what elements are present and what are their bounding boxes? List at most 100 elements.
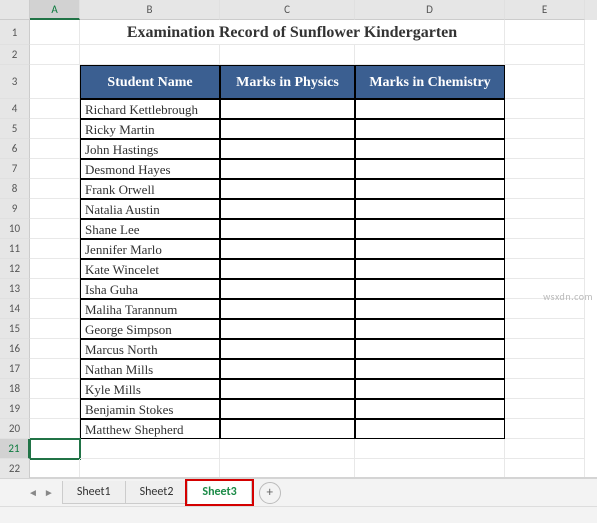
row-header[interactable]: 5 [0,119,30,139]
cell[interactable] [30,119,80,139]
cell[interactable] [30,459,80,477]
cell[interactable] [220,45,355,65]
row-header[interactable]: 14 [0,299,30,319]
cell[interactable] [30,419,80,439]
student-name-cell[interactable]: Maliha Tarannum [80,299,220,319]
student-name-cell[interactable]: Benjamin Stokes [80,399,220,419]
cell[interactable] [355,419,505,439]
cell[interactable] [355,259,505,279]
row-header[interactable]: 4 [0,99,30,119]
cell[interactable] [220,139,355,159]
cell[interactable] [220,319,355,339]
row-header[interactable]: 10 [0,219,30,239]
cell[interactable] [220,419,355,439]
cell[interactable] [505,419,585,439]
row-header[interactable]: 19 [0,399,30,419]
row-header[interactable]: 2 [0,45,30,65]
row-header[interactable]: 7 [0,159,30,179]
cell[interactable] [505,119,585,139]
student-name-cell[interactable]: Frank Orwell [80,179,220,199]
cell[interactable] [355,359,505,379]
cell[interactable] [30,399,80,419]
cell[interactable] [355,179,505,199]
student-name-cell[interactable]: Natalia Austin [80,199,220,219]
student-name-cell[interactable]: Shane Lee [80,219,220,239]
cell[interactable] [505,45,585,65]
cell[interactable] [220,199,355,219]
cell[interactable] [220,219,355,239]
cell[interactable] [355,119,505,139]
student-name-cell[interactable]: George Simpson [80,319,220,339]
student-name-cell[interactable]: Nathan Mills [80,359,220,379]
student-name-cell[interactable]: Matthew Shepherd [80,419,220,439]
student-name-cell[interactable]: Ricky Martin [80,119,220,139]
row-header[interactable]: 9 [0,199,30,219]
cell[interactable] [220,359,355,379]
cell[interactable] [30,45,80,65]
col-header[interactable]: E [505,0,585,20]
cell[interactable] [505,359,585,379]
cell[interactable] [355,219,505,239]
cell[interactable] [220,459,355,477]
cell[interactable] [505,139,585,159]
nav-next-icon[interactable]: ► [44,486,54,499]
grid-cells[interactable]: Examination Record of Sunflower Kinderga… [30,20,597,477]
sheet-tab[interactable]: Sheet1 [62,481,126,504]
add-sheet-button[interactable]: + [259,482,281,504]
cell[interactable] [220,279,355,299]
row-header[interactable]: 1 [0,20,30,45]
cell[interactable] [220,259,355,279]
col-header-selected[interactable]: A [30,0,80,20]
cell[interactable] [505,20,585,45]
student-name-cell[interactable]: Kyle Mills [80,379,220,399]
row-header[interactable]: 22 [0,459,30,479]
col-header[interactable]: D [355,0,505,20]
cell[interactable] [505,459,585,477]
cell[interactable] [30,179,80,199]
active-cell[interactable] [30,439,80,459]
student-name-cell[interactable]: Jennifer Marlo [80,239,220,259]
cell[interactable] [505,99,585,119]
cell[interactable] [505,379,585,399]
cell[interactable] [220,99,355,119]
cell[interactable] [30,359,80,379]
cell[interactable] [30,219,80,239]
sheet-tab-active[interactable]: Sheet3 [187,481,251,504]
student-name-cell[interactable]: Desmond Hayes [80,159,220,179]
cell[interactable] [30,299,80,319]
cell[interactable] [355,319,505,339]
cell[interactable] [355,99,505,119]
cell[interactable] [220,399,355,419]
cell[interactable] [80,439,220,459]
row-header[interactable]: 13 [0,279,30,299]
cell[interactable] [80,45,220,65]
cell[interactable] [505,439,585,459]
cell[interactable] [30,139,80,159]
row-header[interactable]: 6 [0,139,30,159]
cell[interactable] [220,339,355,359]
student-name-cell[interactable]: Isha Guha [80,279,220,299]
cell[interactable] [505,199,585,219]
page-title[interactable]: Examination Record of Sunflower Kinderga… [80,20,505,45]
row-header-selected[interactable]: 21 [0,439,30,459]
row-header[interactable]: 11 [0,239,30,259]
row-header[interactable]: 15 [0,319,30,339]
row-header[interactable]: 3 [0,65,30,99]
cell[interactable] [355,45,505,65]
cell[interactable] [30,379,80,399]
cell[interactable] [30,199,80,219]
cell[interactable] [30,319,80,339]
cell[interactable] [30,65,80,99]
cell[interactable] [505,65,585,99]
row-header[interactable]: 12 [0,259,30,279]
cell[interactable] [220,379,355,399]
cell[interactable] [505,159,585,179]
cell[interactable] [355,279,505,299]
nav-prev-icon[interactable]: ◄ [28,486,38,499]
cell[interactable] [355,399,505,419]
cell[interactable] [30,20,80,45]
cell[interactable] [30,239,80,259]
cell[interactable] [505,399,585,419]
cell[interactable] [220,119,355,139]
cell[interactable] [355,459,505,477]
